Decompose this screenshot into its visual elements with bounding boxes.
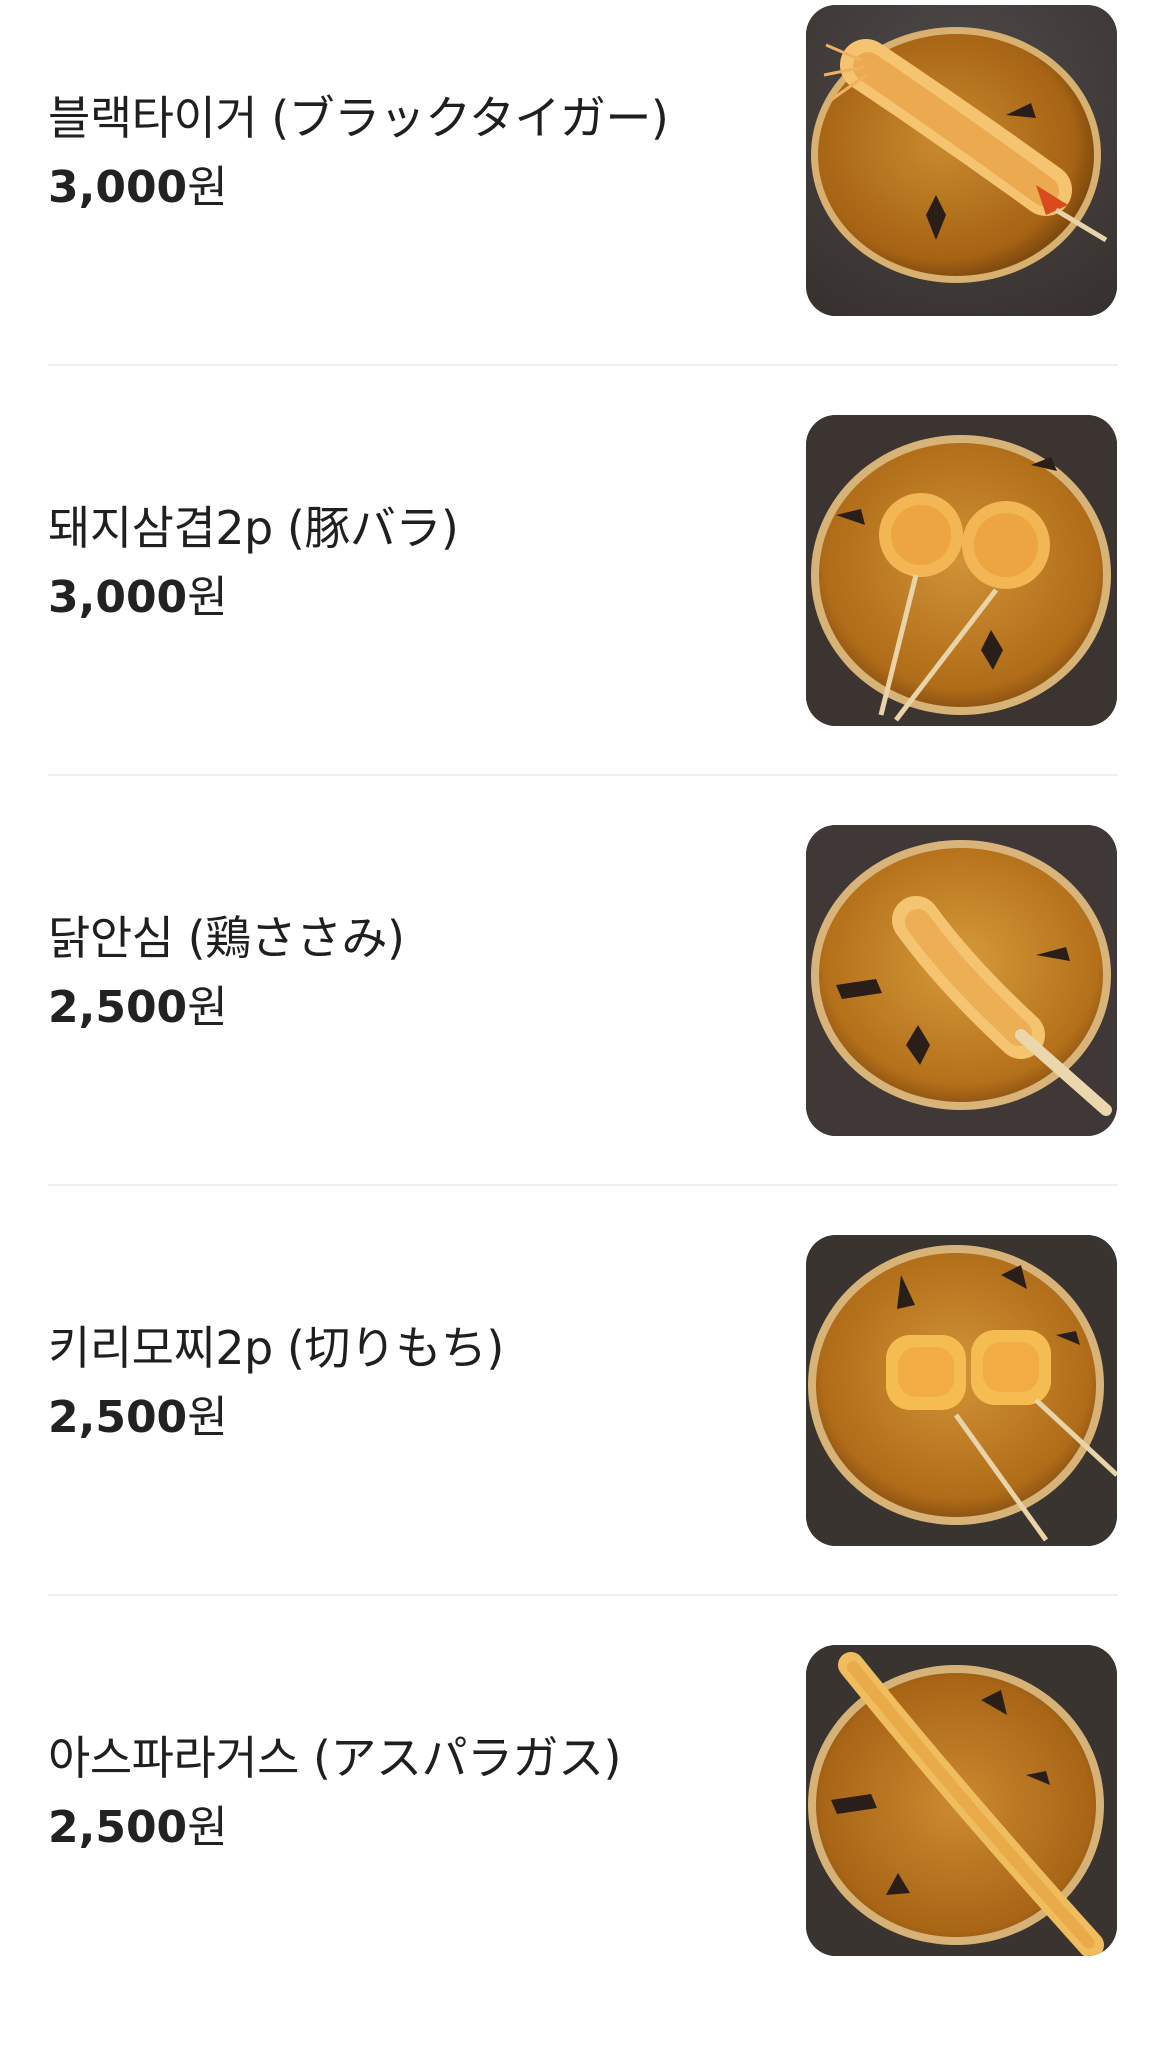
menu-item[interactable]: 블랙타이거 (ブラックタイガー) 3,000원 — [0, 0, 1170, 410]
item-divider — [48, 364, 1118, 366]
item-divider — [48, 1184, 1118, 1186]
menu-item-text: 아스파라거스 (アスパラガス) 2,500원 — [48, 1728, 768, 1856]
price-unit: 원 — [187, 982, 228, 1033]
item-divider — [48, 1594, 1118, 1596]
menu-item-price: 2,500원 — [48, 980, 768, 1036]
menu-list: 블랙타이거 (ブラックタイガー) 3,000원 돼지삼겹2p (豚バラ) 3,0… — [0, 0, 1170, 2050]
menu-item-text: 블랙타이거 (ブラックタイガー) 3,000원 — [48, 88, 768, 216]
menu-item-text: 닭안심 (鶏ささみ) 2,500원 — [48, 908, 768, 1036]
menu-item-name: 키리모찌2p (切りもち) — [48, 1321, 504, 1375]
menu-item[interactable]: 닭안심 (鶏ささみ) 2,500원 — [0, 820, 1170, 1230]
price-amount: 2,500 — [48, 1392, 188, 1443]
menu-item-text: 키리모찌2p (切りもち) 2,500원 — [48, 1318, 768, 1446]
menu-item-price: 2,500원 — [48, 1800, 768, 1856]
price-amount: 2,500 — [48, 982, 188, 1033]
menu-item[interactable]: 아스파라거스 (アスパラガス) 2,500원 — [0, 1640, 1170, 2050]
menu-item[interactable]: 돼지삼겹2p (豚バラ) 3,000원 — [0, 410, 1170, 820]
price-unit: 원 — [187, 1802, 228, 1853]
menu-item-price: 2,500원 — [48, 1390, 768, 1446]
asparagus-skewer-photo[interactable] — [806, 1645, 1117, 1956]
pork-belly-skewer-photo[interactable] — [806, 415, 1117, 726]
item-divider — [48, 774, 1118, 776]
price-unit: 원 — [187, 162, 228, 213]
rice-cake-skewer-photo[interactable] — [806, 1235, 1117, 1546]
menu-item-text: 돼지삼겹2p (豚バラ) 3,000원 — [48, 498, 768, 626]
price-unit: 원 — [187, 1392, 228, 1443]
menu-item[interactable]: 키리모찌2p (切りもち) 2,500원 — [0, 1230, 1170, 1640]
menu-item-name: 블랙타이거 (ブラックタイガー) — [48, 91, 669, 145]
menu-item-price: 3,000원 — [48, 570, 768, 626]
menu-item-name: 아스파라거스 (アスパラガス) — [48, 1731, 621, 1785]
price-amount: 3,000 — [48, 162, 188, 213]
menu-item-price: 3,000원 — [48, 160, 768, 216]
price-amount: 2,500 — [48, 1802, 188, 1853]
price-amount: 3,000 — [48, 572, 188, 623]
menu-item-name: 닭안심 (鶏ささみ) — [48, 911, 405, 965]
price-unit: 원 — [187, 572, 228, 623]
shrimp-skewer-photo[interactable] — [806, 5, 1117, 316]
menu-item-name: 돼지삼겹2p (豚バラ) — [48, 501, 459, 555]
chicken-tender-skewer-photo[interactable] — [806, 825, 1117, 1136]
